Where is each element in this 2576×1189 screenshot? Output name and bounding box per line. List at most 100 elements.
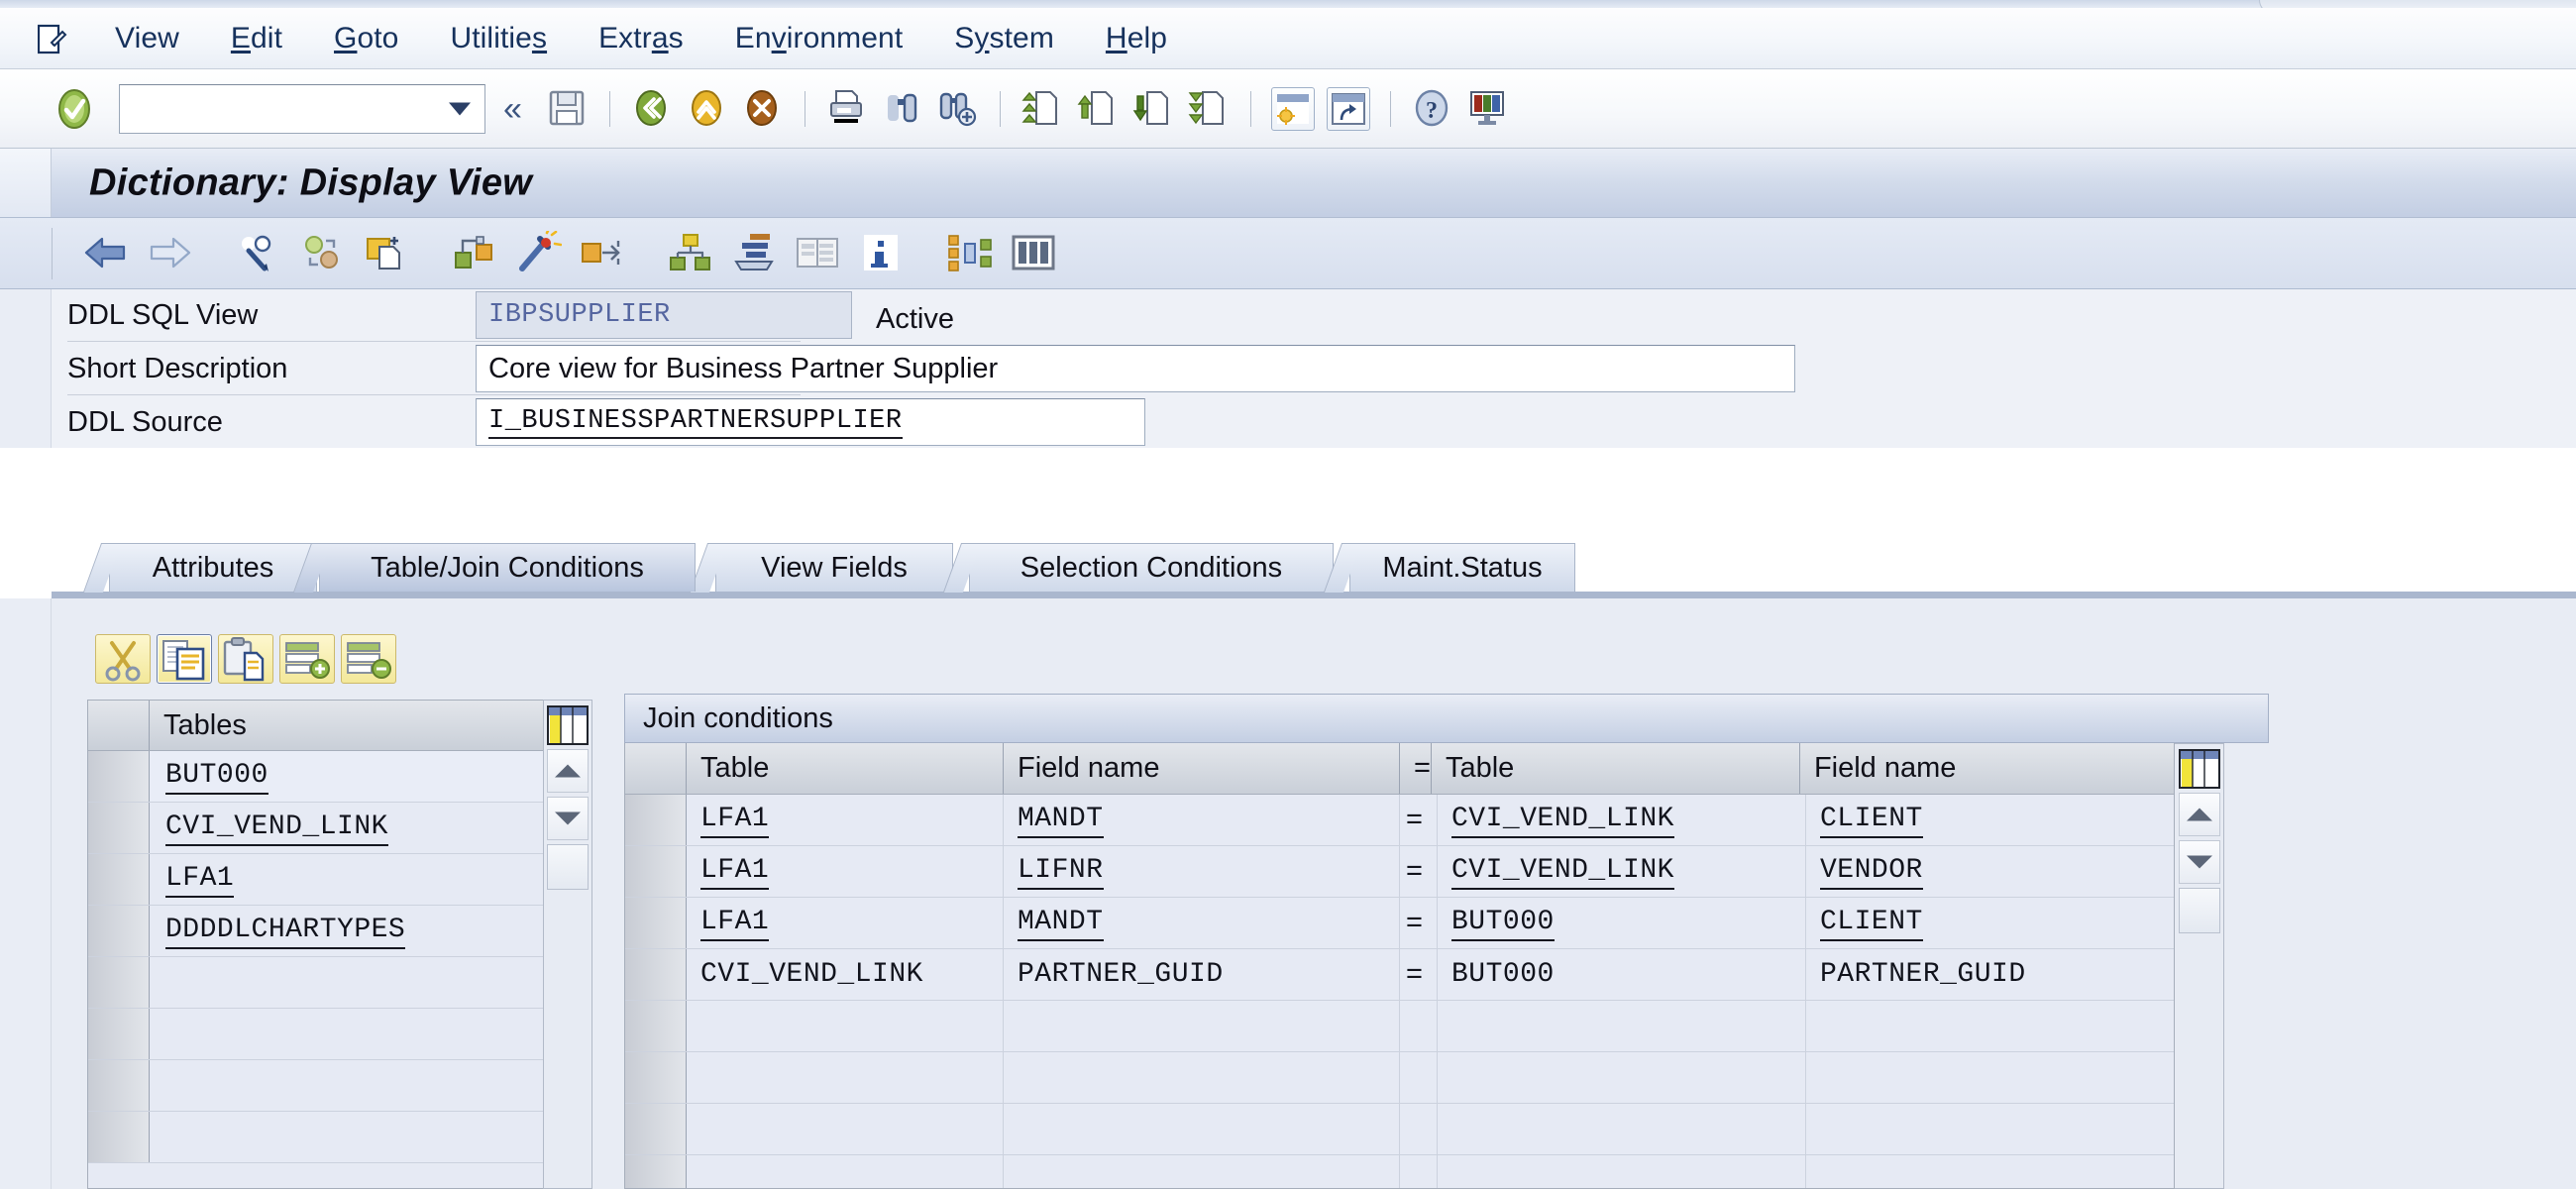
table-row[interactable]: BUT000 — [88, 751, 543, 803]
join-right-table-cell[interactable] — [1438, 1052, 1806, 1103]
scroll-down-arrow-icon[interactable] — [547, 797, 589, 840]
green-check-enter-icon[interactable] — [52, 86, 97, 132]
join-header-table-left[interactable]: Table — [687, 743, 1004, 794]
join-right-field-cell[interactable] — [1806, 1155, 2174, 1188]
join-right-field-cell[interactable]: VENDOR — [1806, 846, 2174, 897]
ddl-sql-view-input[interactable]: IBPSUPPLIER — [476, 291, 852, 339]
table-row-selector[interactable] — [88, 1009, 150, 1059]
tables-scroll-thumb[interactable] — [547, 844, 589, 890]
join-right-field-cell[interactable] — [1806, 1001, 2174, 1051]
cancel-brown-icon[interactable] — [741, 87, 785, 131]
create-session-icon[interactable] — [1270, 86, 1315, 131]
check-icon[interactable] — [298, 231, 346, 276]
join-right-table-cell[interactable] — [1438, 1104, 1806, 1154]
menu-item-system[interactable]: System — [928, 23, 1080, 54]
sort-stack-icon[interactable] — [730, 231, 778, 276]
command-input[interactable] — [120, 84, 417, 129]
save-icon[interactable] — [546, 87, 590, 131]
join-conditions-scrollbar[interactable] — [2175, 743, 2224, 1189]
join-condition-row[interactable]: LFA1 MANDT = BUT000 CLIENT — [625, 898, 2174, 949]
copy-icon[interactable] — [362, 231, 409, 276]
table-name-cell[interactable] — [150, 1009, 543, 1059]
print-icon[interactable] — [825, 87, 869, 131]
forward-arrow-icon[interactable] — [146, 231, 193, 276]
chevron-down-icon[interactable] — [449, 102, 471, 115]
join-condition-row[interactable] — [625, 1104, 2174, 1155]
join-condition-row[interactable]: LFA1 MANDT = CVI_VEND_LINK CLIENT — [625, 795, 2174, 846]
join-right-table-cell[interactable]: CVI_VEND_LINK — [1438, 795, 1806, 845]
join-row-selector[interactable] — [625, 795, 687, 845]
scroll-down-arrow-icon[interactable] — [2178, 840, 2220, 884]
join-left-field-cell[interactable]: MANDT — [1004, 898, 1400, 948]
join-row-selector[interactable] — [625, 1052, 687, 1103]
relationships-icon[interactable] — [946, 231, 994, 276]
next-page-icon[interactable] — [1131, 87, 1175, 131]
join-right-field-cell[interactable]: CLIENT — [1806, 795, 2174, 845]
scroll-up-arrow-icon[interactable] — [2178, 793, 2220, 836]
find-icon[interactable] — [881, 87, 924, 131]
join-left-table-cell[interactable] — [687, 1155, 1004, 1188]
expand-icon[interactable] — [578, 231, 625, 276]
join-left-field-cell[interactable]: PARTNER_GUID — [1004, 949, 1400, 1000]
join-left-field-cell[interactable] — [1004, 1001, 1400, 1051]
join-condition-row[interactable] — [625, 1155, 2174, 1188]
join-left-field-cell[interactable] — [1004, 1104, 1400, 1154]
customize-local-layout-icon[interactable] — [1466, 87, 1510, 131]
join-right-field-cell[interactable] — [1806, 1104, 2174, 1154]
menu-item-help[interactable]: Help — [1080, 23, 1193, 54]
command-field[interactable] — [119, 83, 485, 134]
join-scroll-thumb[interactable] — [2178, 888, 2220, 933]
insert-row-button[interactable] — [279, 634, 335, 684]
column-selection-icon[interactable] — [2178, 749, 2220, 789]
table-row-selector[interactable] — [88, 957, 150, 1008]
table-row-selector[interactable] — [88, 1112, 150, 1162]
join-condition-row[interactable]: CVI_VEND_LINK PARTNER_GUID = BUT000 PART… — [625, 949, 2174, 1001]
table-row[interactable]: CVI_VEND_LINK — [88, 803, 543, 854]
previous-page-icon[interactable] — [1076, 87, 1120, 131]
table-name-cell[interactable]: CVI_VEND_LINK — [150, 803, 543, 853]
where-used-icon[interactable] — [451, 231, 498, 276]
join-left-table-cell[interactable]: LFA1 — [687, 846, 1004, 897]
create-shortcut-icon[interactable] — [1326, 86, 1370, 131]
first-page-icon[interactable] — [1020, 87, 1064, 131]
join-right-table-cell[interactable]: BUT000 — [1438, 898, 1806, 948]
join-left-field-cell[interactable] — [1004, 1155, 1400, 1188]
hierarchy-icon[interactable] — [667, 231, 714, 276]
short-description-input[interactable]: Core view for Business Partner Supplier — [476, 345, 1795, 392]
join-row-selector[interactable] — [625, 1155, 687, 1188]
table-columns-icon[interactable] — [1010, 231, 1057, 276]
tab-selection-conditions[interactable]: Selection Conditions — [942, 543, 1334, 593]
join-right-field-cell[interactable]: PARTNER_GUID — [1806, 949, 2174, 1000]
join-right-table-cell[interactable] — [1438, 1155, 1806, 1188]
join-left-field-cell[interactable] — [1004, 1052, 1400, 1103]
join-condition-row[interactable]: LFA1 LIFNR = CVI_VEND_LINK VENDOR — [625, 846, 2174, 898]
join-right-table-cell[interactable]: CVI_VEND_LINK — [1438, 846, 1806, 897]
table-name-cell[interactable]: BUT000 — [150, 751, 543, 802]
tab-maint-status[interactable]: Maint.Status — [1323, 543, 1575, 593]
tab-table-join-conditions[interactable]: Table/Join Conditions — [292, 543, 696, 593]
collapse-toolbar-icon[interactable]: « — [503, 92, 522, 126]
join-header-field-right[interactable]: Field name — [1800, 743, 2169, 794]
join-left-table-cell[interactable] — [687, 1001, 1004, 1051]
join-left-table-cell[interactable] — [687, 1104, 1004, 1154]
session-icon[interactable] — [38, 24, 67, 54]
table-row[interactable] — [88, 1060, 543, 1112]
ddl-source-input[interactable]: I_BUSINESSPARTNERSUPPLIER — [476, 398, 1145, 446]
copy-button[interactable] — [157, 634, 212, 684]
magic-wand-icon[interactable] — [514, 230, 562, 276]
join-row-selector[interactable] — [625, 949, 687, 1000]
join-row-selector[interactable] — [625, 898, 687, 948]
table-row[interactable]: DDDDLCHARTYPES — [88, 906, 543, 957]
table-row[interactable] — [88, 957, 543, 1009]
table-row-selector[interactable] — [88, 803, 150, 853]
join-header-field-left[interactable]: Field name — [1004, 743, 1400, 794]
table-row-selector[interactable] — [88, 751, 150, 802]
join-left-table-cell[interactable]: LFA1 — [687, 898, 1004, 948]
menu-item-edit[interactable]: Edit — [205, 23, 308, 54]
join-right-field-cell[interactable] — [1806, 1052, 2174, 1103]
menu-item-view[interactable]: View — [89, 23, 205, 54]
back-arrow-icon[interactable] — [82, 231, 130, 276]
join-left-table-cell[interactable]: LFA1 — [687, 795, 1004, 845]
join-right-table-cell[interactable]: BUT000 — [1438, 949, 1806, 1000]
join-row-selector[interactable] — [625, 1104, 687, 1154]
